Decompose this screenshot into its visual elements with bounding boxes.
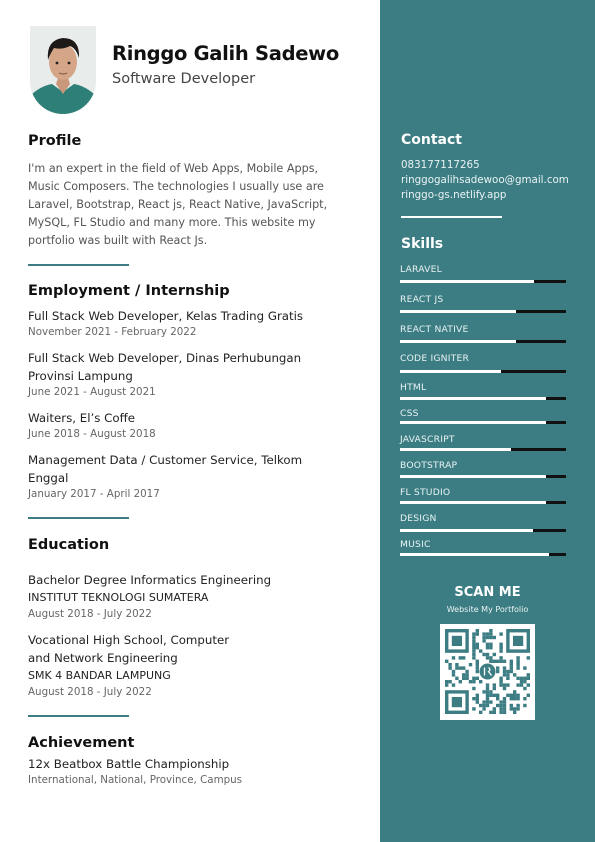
- skill-bar-fill: [400, 340, 517, 343]
- section-title-education: Education: [28, 537, 110, 553]
- skill-label: DESIGN: [400, 513, 437, 524]
- skill-bar-fill: [400, 397, 547, 400]
- skill-bar: [400, 448, 566, 451]
- contact-website[interactable]: ringgo-gs.netlify.app: [401, 189, 506, 201]
- skill-label: JAVASCRIPT: [400, 434, 455, 445]
- skill-bar-fill: [400, 553, 550, 556]
- skill-bar: [400, 280, 566, 283]
- skill-bar-fill: [400, 280, 535, 283]
- divider: [28, 715, 129, 717]
- skill-label: CODE IGNITER: [400, 353, 470, 364]
- divider: [28, 264, 129, 266]
- contact-phone: 083177117265: [401, 159, 480, 171]
- section-title-contact: Contact: [401, 132, 462, 148]
- employment-role: Full Stack Web Developer, Dinas Perhubun…: [28, 351, 302, 365]
- skill-bar: [400, 370, 566, 373]
- skill-bar: [400, 553, 566, 556]
- skill-bar-fill: [400, 501, 547, 504]
- skill-bar-fill: [400, 310, 517, 313]
- skill-bar: [400, 529, 566, 532]
- employment-role: Waiters, El’s Coffe: [28, 411, 136, 425]
- qr-code[interactable]: [440, 624, 535, 720]
- skill-bar: [400, 475, 566, 478]
- education-institution: SMK 4 BANDAR LAMPUNG: [28, 669, 171, 682]
- section-title-skills: Skills: [401, 236, 444, 252]
- skill-label: REACT JS: [400, 294, 444, 305]
- skill-label: FL STUDIO: [400, 487, 451, 498]
- skill-bar-fill: [400, 421, 547, 424]
- education-institution: INSTITUT TEKNOLOGI SUMATERA: [28, 591, 209, 604]
- skill-label: LARAVEL: [400, 264, 442, 275]
- achievement-item: 12x Beatbox Battle Championship: [28, 757, 230, 771]
- education-degree: and Network Engineering: [28, 651, 178, 665]
- profile-text: I'm an expert in the field of Web Apps, …: [28, 162, 328, 247]
- skill-bar-fill: [400, 529, 533, 532]
- education-degree: Vocational High School, Computer: [28, 633, 230, 647]
- sidebar-divider: [401, 216, 502, 218]
- skill-bar: [400, 421, 566, 424]
- skill-label: CSS: [400, 408, 419, 419]
- contact-email[interactable]: ringgogalihsadewoo@gmail.com: [401, 174, 569, 186]
- skill-bar: [400, 310, 566, 313]
- skill-bar-fill: [400, 475, 547, 478]
- skill-label: HTML: [400, 382, 427, 393]
- education-period: August 2018 - July 2022: [28, 686, 152, 698]
- employment-role: Provinsi Lampung: [28, 369, 133, 383]
- section-title-employment: Employment / Internship: [28, 283, 230, 299]
- scan-title: SCAN ME: [454, 585, 521, 600]
- skill-label: BOOTSTRAP: [400, 460, 458, 471]
- achievement-detail: International, National, Province, Campu…: [28, 774, 243, 786]
- employment-role: Management Data / Customer Service, Telk…: [28, 453, 303, 467]
- avatar: [30, 26, 96, 114]
- skill-bar: [400, 340, 566, 343]
- employment-period: June 2018 - August 2018: [28, 428, 156, 440]
- scan-subtitle: Website My Portfolio: [446, 605, 529, 614]
- skill-label: MUSIC: [400, 539, 431, 550]
- skill-bar-fill: [400, 448, 512, 451]
- education-period: August 2018 - July 2022: [28, 608, 152, 620]
- employment-role: Enggal: [28, 471, 69, 485]
- employment-period: November 2021 - February 2022: [28, 326, 197, 338]
- employment-period: June 2021 - August 2021: [28, 386, 156, 398]
- employment-period: January 2017 - April 2017: [28, 488, 160, 500]
- skill-bar-fill: [400, 370, 502, 373]
- section-title-achievement: Achievement: [28, 735, 135, 751]
- skill-bar: [400, 501, 566, 504]
- name: Ringgo Galih Sadewo: [112, 42, 339, 65]
- divider: [28, 517, 129, 519]
- skill-bar: [400, 397, 566, 400]
- job-title: Software Developer: [112, 71, 256, 87]
- employment-role: Full Stack Web Developer, Kelas Trading …: [28, 309, 304, 323]
- section-title-profile: Profile: [28, 133, 82, 149]
- skill-label: REACT NATIVE: [400, 324, 469, 335]
- education-degree: Bachelor Degree Informatics Engineering: [28, 573, 272, 587]
